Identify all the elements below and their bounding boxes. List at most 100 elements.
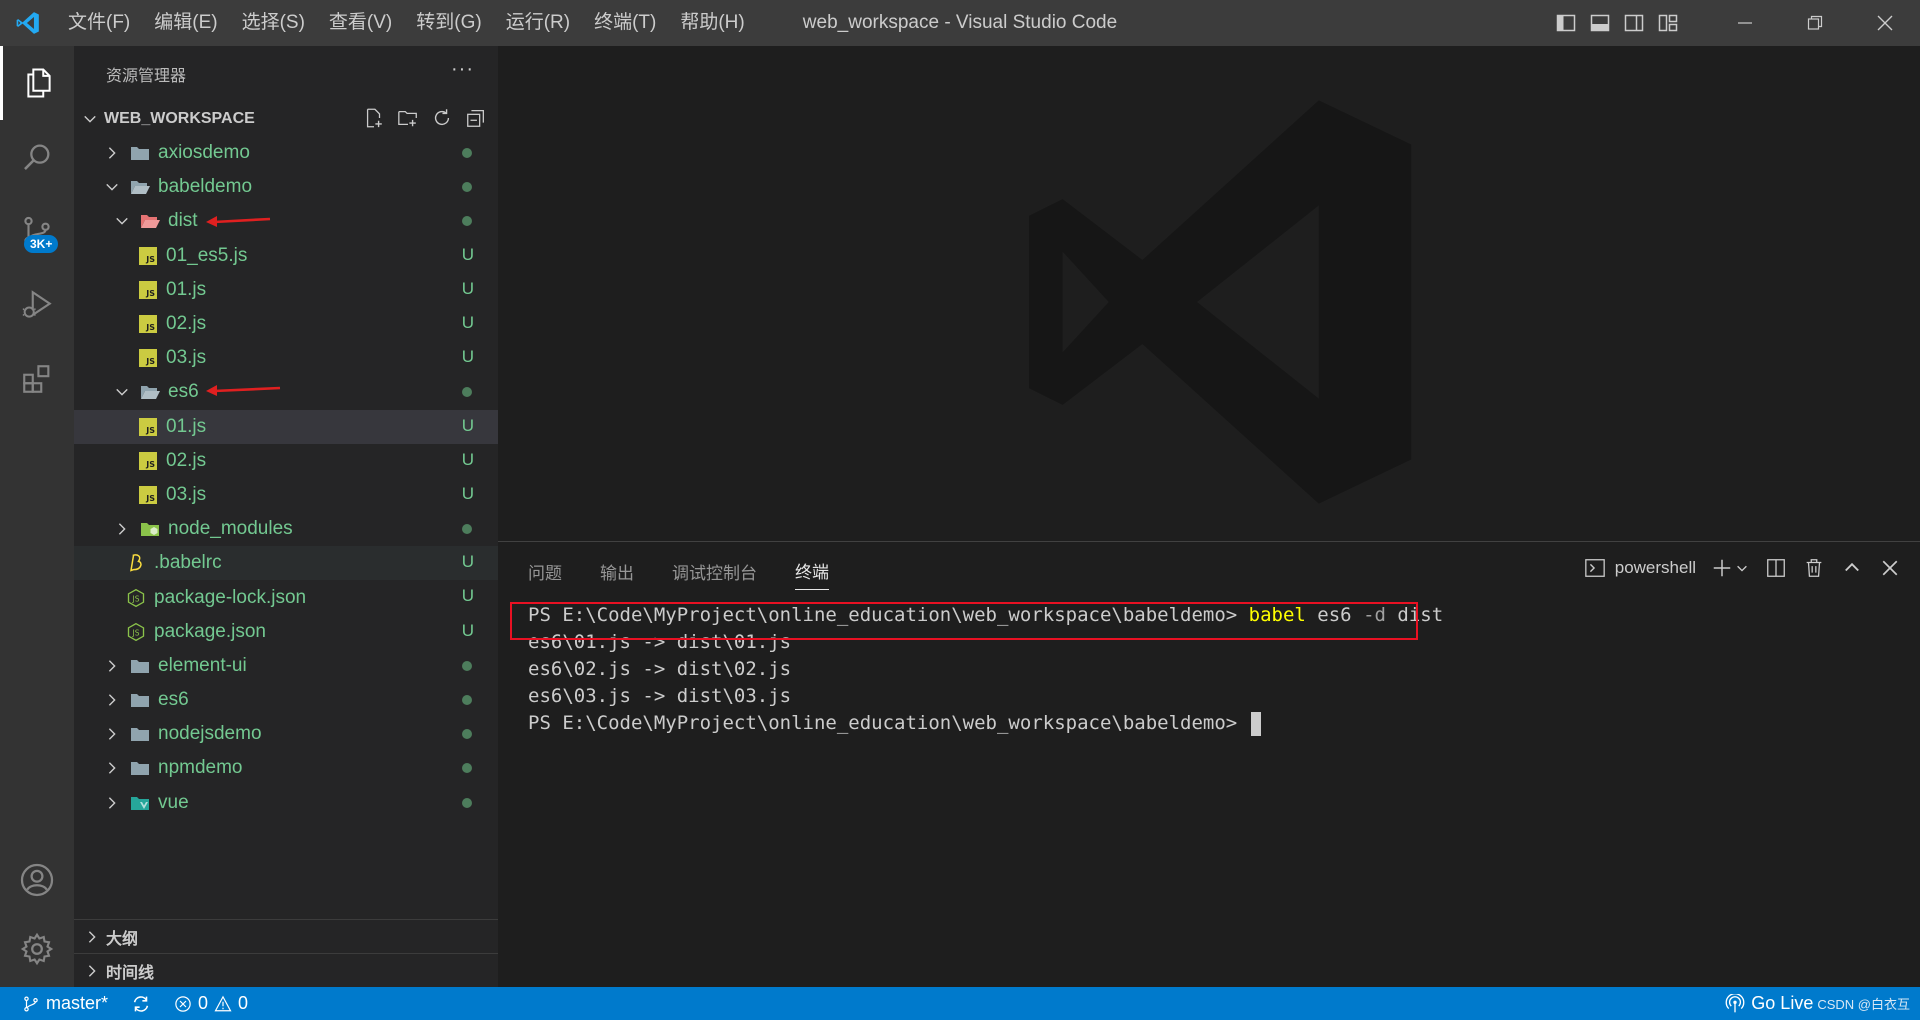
more-actions-icon[interactable]: ··· bbox=[451, 58, 474, 81]
menu-help[interactable]: 帮助(H) bbox=[668, 0, 756, 46]
tree-folder-row[interactable]: dist bbox=[74, 204, 498, 238]
tree-file-row[interactable]: JS 01.js U bbox=[74, 409, 498, 444]
workspace-header[interactable]: WEB_WORKSPACE bbox=[74, 102, 498, 136]
folder-icon bbox=[130, 143, 150, 163]
source-control-icon[interactable] bbox=[0, 194, 74, 268]
explorer-icon[interactable] bbox=[0, 46, 74, 120]
menu-bar: 文件(F) 编辑(E) 选择(S) 查看(V) 转到(G) 运行(R) 终端(T… bbox=[56, 0, 757, 46]
modified-dot-indicator bbox=[462, 148, 472, 158]
branch-indicator[interactable]: master* bbox=[22, 993, 108, 1014]
tree-item-label: es6 bbox=[168, 381, 199, 403]
tree-file-row[interactable]: JS 02.js U bbox=[74, 307, 498, 341]
new-folder-icon[interactable] bbox=[396, 106, 420, 130]
terminal-cursor bbox=[1250, 711, 1261, 736]
menu-run[interactable]: 运行(R) bbox=[494, 0, 582, 46]
tree-item-label: package.json bbox=[154, 620, 266, 642]
untracked-status-badge: U bbox=[461, 449, 474, 469]
workspace-name: WEB_WORKSPACE bbox=[104, 110, 255, 127]
tree-file-row[interactable]: JS 01.js U bbox=[74, 273, 498, 307]
terminal-shell-icon[interactable] bbox=[1583, 556, 1607, 580]
tree-folder-row[interactable]: element-ui bbox=[74, 649, 498, 683]
js-file-icon: JS bbox=[138, 451, 158, 471]
chevron-right-icon bbox=[104, 692, 120, 708]
tree-file-row[interactable]: JS 03.js U bbox=[74, 341, 498, 375]
tree-folder-row[interactable]: axiosdemo bbox=[74, 136, 498, 170]
tree-item-label: 01.js bbox=[166, 415, 207, 437]
terminal-shell-name[interactable]: powershell bbox=[1615, 558, 1696, 578]
timeline-label: 时间线 bbox=[106, 964, 155, 982]
toggle-panel-icon[interactable] bbox=[1588, 11, 1612, 35]
collapse-all-icon[interactable] bbox=[464, 106, 488, 130]
tree-item-label: .babelrc bbox=[154, 552, 222, 574]
tab-debug-console[interactable]: 调试控制台 bbox=[672, 553, 757, 590]
chevron-down-icon bbox=[104, 179, 120, 195]
tree-folder-row[interactable]: node_modules bbox=[74, 512, 498, 546]
customize-layout-icon[interactable] bbox=[1656, 11, 1680, 35]
chevron-down-icon bbox=[114, 213, 130, 229]
search-icon[interactable] bbox=[0, 120, 74, 194]
tree-file-row[interactable]: .babelrc U bbox=[74, 546, 498, 581]
manage-gear-icon[interactable] bbox=[0, 912, 74, 986]
close-panel-icon[interactable] bbox=[1878, 556, 1902, 580]
error-icon bbox=[175, 995, 191, 1012]
annotation-arrow-dist bbox=[206, 216, 271, 227]
tree-file-row[interactable]: JS package-lock.json U bbox=[74, 580, 498, 614]
minimize-icon[interactable] bbox=[1710, 0, 1780, 46]
folder-open-icon bbox=[130, 177, 150, 197]
tree-folder-row[interactable]: babeldemo bbox=[74, 170, 498, 204]
extensions-icon[interactable] bbox=[0, 342, 74, 416]
tree-folder-row[interactable]: vue bbox=[74, 786, 498, 820]
chevron-down-icon[interactable] bbox=[1734, 556, 1750, 580]
tree-folder-row[interactable]: es6 bbox=[74, 375, 498, 409]
run-debug-icon[interactable] bbox=[0, 268, 74, 342]
menu-selection[interactable]: 选择(S) bbox=[230, 0, 317, 46]
new-terminal-icon[interactable] bbox=[1710, 556, 1734, 580]
menu-edit[interactable]: 编辑(E) bbox=[142, 0, 229, 46]
tree-item-label: 02.js bbox=[166, 449, 207, 471]
modified-dot-indicator bbox=[462, 797, 472, 808]
tab-problems[interactable]: 问题 bbox=[528, 553, 562, 590]
tree-folder-row[interactable]: nodejsdemo bbox=[74, 717, 498, 751]
restore-icon[interactable] bbox=[1780, 0, 1850, 46]
toggle-secondary-sidebar-icon[interactable] bbox=[1622, 11, 1646, 35]
untracked-status-badge: U bbox=[461, 483, 474, 503]
js-file-icon: JS bbox=[138, 280, 158, 300]
tree-folder-row[interactable]: npmdemo bbox=[74, 751, 498, 785]
menu-file[interactable]: 文件(F) bbox=[56, 0, 142, 46]
new-file-icon[interactable] bbox=[362, 106, 386, 130]
chevron-right-icon bbox=[84, 963, 100, 979]
modified-dot-indicator bbox=[462, 695, 472, 705]
tree-folder-row[interactable]: es6 bbox=[74, 683, 498, 717]
tree-file-row[interactable]: JS 02.js U bbox=[74, 444, 498, 478]
tab-terminal[interactable]: 终端 bbox=[795, 552, 829, 590]
split-terminal-icon[interactable] bbox=[1764, 556, 1788, 580]
problems-indicator[interactable]: 0 0 bbox=[174, 993, 248, 1014]
tree-file-row[interactable]: JS 03.js U bbox=[74, 478, 498, 512]
modified-dot-indicator bbox=[462, 387, 472, 398]
tree-item-label: vue bbox=[158, 791, 189, 813]
refresh-icon[interactable] bbox=[430, 106, 454, 130]
js-file-icon: JS bbox=[138, 417, 158, 437]
editor-area[interactable] bbox=[498, 46, 1920, 541]
outline-section[interactable]: 大纲 bbox=[74, 919, 498, 953]
tree-file-row[interactable]: JS 01_es5.js U bbox=[74, 239, 498, 273]
tree-file-row[interactable]: JS package.json U bbox=[74, 615, 498, 649]
toggle-sidebar-icon[interactable] bbox=[1554, 11, 1578, 35]
menu-go[interactable]: 转到(G) bbox=[404, 0, 493, 46]
menu-terminal[interactable]: 终端(T) bbox=[582, 0, 668, 46]
go-live-button[interactable]: Go Live bbox=[1725, 993, 1813, 1014]
account-icon[interactable] bbox=[0, 843, 74, 917]
terminal-prompt: PS E:\Code\MyProject\online_education\we… bbox=[528, 712, 1249, 734]
close-icon[interactable] bbox=[1850, 0, 1920, 46]
dist-folder-icon bbox=[140, 211, 160, 231]
kill-terminal-icon[interactable] bbox=[1802, 556, 1826, 580]
sync-icon[interactable] bbox=[130, 993, 152, 1015]
tab-output[interactable]: 输出 bbox=[600, 553, 634, 590]
menu-view[interactable]: 查看(V) bbox=[317, 0, 404, 46]
terminal-output-line: es6\03.js -> dist\03.js bbox=[528, 685, 792, 707]
untracked-status-badge: U bbox=[461, 244, 474, 264]
tree-item-label: 01.js bbox=[166, 278, 207, 300]
maximize-panel-icon[interactable] bbox=[1840, 556, 1864, 580]
folder-icon bbox=[130, 724, 150, 744]
timeline-section[interactable]: 时间线 bbox=[74, 953, 498, 987]
